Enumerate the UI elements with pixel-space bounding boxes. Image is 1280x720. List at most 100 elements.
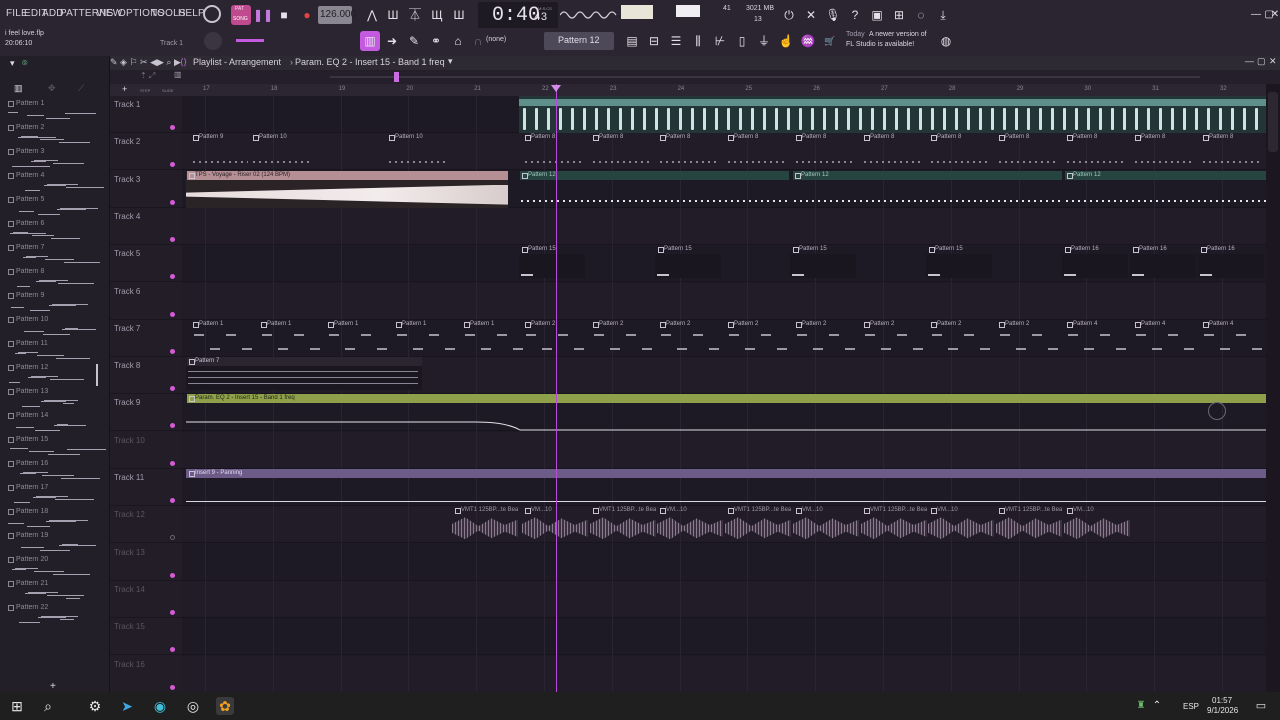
track-mute-led[interactable] xyxy=(170,199,175,205)
pattern-clip[interactable]: Pattern 8 xyxy=(1132,133,1198,170)
automation-clip[interactable]: Param. EQ 2 - Insert 15 - Band 1 freq xyxy=(186,394,1266,434)
browser-magnet-icon[interactable]: ⌾ xyxy=(22,58,27,69)
pattern-clip[interactable]: Pattern 1 xyxy=(393,320,459,357)
overview-arrows-icon[interactable]: ⇡ ⤢ xyxy=(140,71,168,81)
metronome-icon[interactable]: ⋀ xyxy=(362,5,382,25)
track-lane[interactable] xyxy=(182,431,1266,469)
pattern-clip[interactable]: Pattern 7 xyxy=(186,357,422,394)
browser-icon[interactable]: ▯ xyxy=(732,31,752,51)
link-icon[interactable]: ⚭ xyxy=(426,31,446,51)
record-button[interactable]: ● xyxy=(297,5,317,25)
pattern-list-item[interactable]: Pattern 3 xyxy=(8,148,98,170)
magnet-icon[interactable]: ∩ xyxy=(468,31,488,51)
help-icon[interactable]: ? xyxy=(845,5,865,25)
track-mute-led[interactable] xyxy=(170,348,175,354)
playlist-minimize-icon[interactable]: — xyxy=(1245,56,1254,66)
playlist-grid[interactable]: Pattern 9 Pattern 10 Pattern 10 Pattern 8 Pa… xyxy=(182,96,1266,692)
pattern-list-item[interactable]: Pattern 16 xyxy=(8,460,100,482)
track-header[interactable]: Track 14 xyxy=(110,581,182,618)
timeline-ruler[interactable]: 17 18 19 20 21 22 23 24 25 26 27 28 29 30 31 32 xyxy=(182,84,1266,96)
time-display[interactable]: 0:40 M:S:CS 43 xyxy=(478,2,558,28)
cart-icon[interactable]: 🛒 xyxy=(820,31,840,51)
track-mute-led[interactable] xyxy=(170,460,175,466)
audio-clip[interactable]: VM...10 xyxy=(928,506,994,543)
news-line-2[interactable]: FL Studio is available! xyxy=(846,41,914,48)
breadcrumb-chevron-icon[interactable]: ▾ xyxy=(448,56,453,67)
audio-clip[interactable]: VM...10 xyxy=(657,506,723,543)
track-mute-led[interactable] xyxy=(170,609,175,615)
pattern-clip[interactable]: Pattern 16 xyxy=(1130,245,1196,282)
track-header[interactable]: Track 15 xyxy=(110,618,182,656)
browser-menu-icon[interactable]: ▾ xyxy=(10,58,15,69)
route-icon[interactable]: ⊬ xyxy=(710,31,730,51)
playhead-marker[interactable] xyxy=(551,85,561,92)
pencil-icon[interactable]: ✎ xyxy=(404,31,424,51)
audio-clip[interactable]: VMT1 125BP...te Beats 10 xyxy=(725,506,791,543)
piano-roll-icon[interactable]: ▤ xyxy=(622,31,642,51)
track-mute-led[interactable] xyxy=(170,274,175,280)
countdown-icon[interactable]: ⏄ xyxy=(405,5,425,25)
pattern-clip[interactable]: Pattern 8 xyxy=(725,133,791,170)
search-icon[interactable]: ⌕ xyxy=(39,697,57,715)
add-pattern-icon[interactable]: + xyxy=(50,681,56,692)
pattern-list-item[interactable]: Pattern 5 xyxy=(8,196,98,218)
plug-icon[interactable]: ⏚ xyxy=(754,31,774,51)
master-volume-knob[interactable] xyxy=(204,32,222,50)
step-edit-icon[interactable]: Щ xyxy=(427,5,447,25)
language-indicator[interactable]: ESP xyxy=(1183,702,1199,711)
playhead[interactable] xyxy=(556,84,557,692)
pattern-clip[interactable]: Pattern 2 xyxy=(861,320,927,357)
audio-clip[interactable]: VM...10 xyxy=(522,506,588,543)
audio-clip[interactable]: VM...10 xyxy=(793,506,859,543)
stamp-icon[interactable]: ⌂ xyxy=(448,31,468,51)
playlist-arrows-icon[interactable]: ⟨⟩ xyxy=(180,57,187,68)
pattern-clip[interactable]: Pattern 8 xyxy=(657,133,723,170)
track-mute-led[interactable] xyxy=(170,535,175,541)
track-header[interactable]: Track 1 xyxy=(110,96,182,133)
track-lane[interactable] xyxy=(182,282,1266,320)
clock-date[interactable]: 9/1/2026 xyxy=(1207,706,1238,715)
pattern-clip[interactable]: Pattern 15 xyxy=(519,245,585,282)
audio-clip[interactable]: VM...10 xyxy=(1064,506,1130,543)
playlist-maximize-icon[interactable]: ▢ xyxy=(1257,56,1266,67)
pattern-clip[interactable]: Pattern 15 xyxy=(790,245,856,282)
pattern-list-item[interactable]: Pattern 15 xyxy=(8,436,106,458)
pattern-clip[interactable]: Pattern 1 xyxy=(190,320,256,357)
track-mute-led[interactable] xyxy=(170,498,175,503)
telegram-icon[interactable]: ➤ xyxy=(118,697,136,715)
pattern-clip[interactable]: Pattern 15 xyxy=(655,245,721,282)
pattern-list-item[interactable]: Pattern 11 xyxy=(8,340,98,362)
pattern-clip[interactable]: Pattern 2 xyxy=(522,320,588,357)
track-mute-led[interactable] xyxy=(170,162,175,168)
edge-icon[interactable]: ◉ xyxy=(151,697,169,715)
automation-clip[interactable]: Insert 9 - Panning xyxy=(186,469,1266,506)
pattern-clip[interactable]: Pattern 10 xyxy=(250,133,382,170)
track-header[interactable]: Track 12 xyxy=(110,506,182,544)
pattern-clip[interactable]: Pattern 8 xyxy=(861,133,927,170)
track-header[interactable]: Track 11 xyxy=(110,469,182,506)
playlist-close-icon[interactable]: ✕ xyxy=(1269,56,1277,67)
tempo-display[interactable]: 126.000 xyxy=(318,6,356,24)
pattern-clip[interactable]: Pattern 2 xyxy=(725,320,791,357)
stop-button[interactable]: ■ xyxy=(274,5,294,25)
pattern-clip[interactable]: Pattern 8 xyxy=(996,133,1062,170)
pattern-clip[interactable]: Pattern 8 xyxy=(793,133,859,170)
pattern-clip[interactable]: Pattern 8 xyxy=(928,133,994,170)
audio-clip[interactable]: VMT1 125BP...te Beats 10 xyxy=(996,506,1062,543)
pattern-list-item[interactable]: Pattern 13 xyxy=(8,388,98,410)
menu-help[interactable]: HELP xyxy=(178,8,205,19)
download-icon[interactable]: ⤓ xyxy=(933,5,953,25)
pattern-clip[interactable]: Pattern 8 xyxy=(1064,133,1130,170)
pattern-list-item[interactable]: Pattern 4 xyxy=(8,172,104,194)
pattern-clip[interactable]: Pattern 2 xyxy=(657,320,723,357)
pattern-clip[interactable]: Pattern 4 xyxy=(1064,320,1130,357)
pattern-list-item[interactable]: Pattern 12 xyxy=(8,364,98,386)
playlist-overview[interactable]: ⇡ ⤢ ▥ xyxy=(110,70,1280,84)
track-mute-led[interactable] xyxy=(170,684,175,690)
track-header[interactable]: Track 13 xyxy=(110,544,182,581)
track-mute-led[interactable] xyxy=(170,236,175,242)
wait-input-icon[interactable]: Ш xyxy=(383,5,403,25)
snap-value[interactable]: (none) xyxy=(486,36,506,43)
pattern-list-item[interactable]: Pattern 8 xyxy=(8,268,98,290)
pattern-clip[interactable]: Pattern 9 xyxy=(190,133,248,170)
